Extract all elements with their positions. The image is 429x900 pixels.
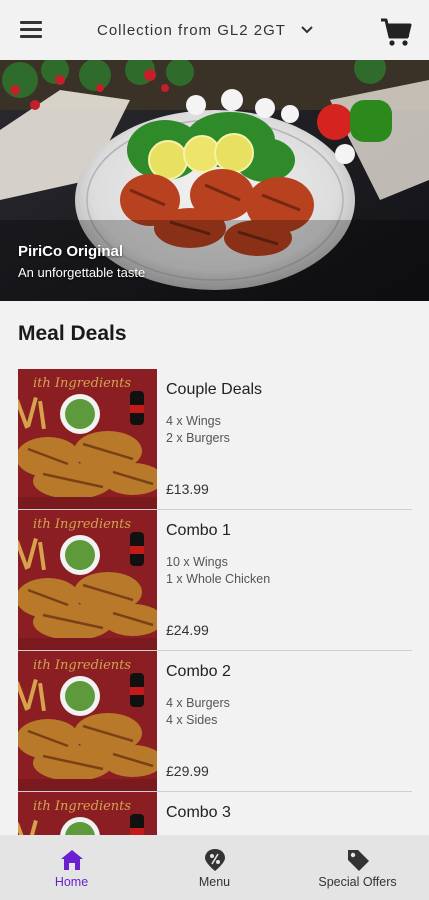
deal-name: Combo 1 (166, 522, 231, 539)
deal-description: 4 x Burgers 4 x Sides (166, 695, 230, 729)
hero-title: PiriCo Original (18, 243, 124, 260)
deal-name: Combo 3 (166, 804, 231, 821)
deal-item-line: 4 x Sides (166, 713, 218, 727)
svg-text:ith Ingredients: ith Ingredients (33, 517, 131, 532)
chevron-down-icon (301, 26, 313, 34)
deal-name: Couple Deals (166, 381, 263, 398)
meal-deals-list: ith Ingredients Couple Deals 4 x Wings 2… (18, 369, 412, 835)
deal-price: £24.99 (166, 622, 209, 638)
hero-banner[interactable]: PiriCo Original An unforgettable taste (0, 60, 429, 301)
deal-card[interactable]: ith Ingredients Combo 2 4 x Burgers 4 x … (18, 651, 412, 792)
collection-location-label: Collection from GL2 2GT (97, 21, 286, 39)
deal-item-line: 2 x Burgers (166, 431, 230, 445)
deal-item-line: 1 x Whole Chicken (166, 572, 271, 586)
shopping-cart-icon[interactable] (379, 16, 413, 48)
top-bar: Collection from GL2 2GT (0, 0, 429, 60)
nav-item-menu[interactable]: Menu (143, 835, 286, 900)
hero-subtitle: An unforgettable taste (18, 265, 146, 280)
nav-item-home[interactable]: Home (0, 835, 143, 900)
menu-tag-icon (204, 849, 225, 871)
deal-item-line: 4 x Burgers (166, 696, 230, 710)
deal-name: Combo 2 (166, 663, 231, 680)
svg-text:ith Ingredients: ith Ingredients (33, 376, 131, 391)
special-offers-tag-icon (347, 850, 369, 871)
deal-price: £13.99 (166, 481, 209, 497)
bottom-navigation: Home Menu Special Offers (0, 835, 429, 900)
deal-card[interactable]: ith Ingredients Couple Deals 4 x Wings 2… (18, 369, 412, 510)
deal-description: 4 x Wings 2 x Burgers (166, 413, 230, 447)
deal-item-line: 10 x Wings (166, 555, 228, 569)
deal-card[interactable]: ith Ingredients Combo 3 (18, 792, 412, 835)
svg-text:ith Ingredients: ith Ingredients (33, 658, 131, 673)
svg-text:ith Ingredients: ith Ingredients (33, 799, 131, 814)
deal-item-line: 4 x Wings (166, 414, 221, 428)
deal-image: ith Ingredients (18, 510, 157, 650)
deal-image: ith Ingredients (18, 369, 157, 509)
section-title-meal-deals: Meal Deals (18, 322, 127, 345)
deal-image: ith Ingredients (18, 792, 157, 835)
hamburger-menu-icon[interactable] (20, 21, 42, 39)
deal-price: £29.99 (166, 763, 209, 779)
home-icon (60, 850, 83, 870)
deal-image: ith Ingredients (18, 651, 157, 791)
nav-item-special-offers[interactable]: Special Offers (286, 835, 429, 900)
deal-description: 10 x Wings 1 x Whole Chicken (166, 554, 270, 588)
nav-label-menu: Menu (198, 875, 231, 889)
nav-label-special-offers: Special Offers (318, 875, 397, 889)
deal-card[interactable]: ith Ingredients Combo 1 10 x Wings 1 x W… (18, 510, 412, 651)
collection-location-selector[interactable]: Collection from GL2 2GT (97, 18, 314, 42)
nav-label-home: Home (54, 875, 89, 889)
